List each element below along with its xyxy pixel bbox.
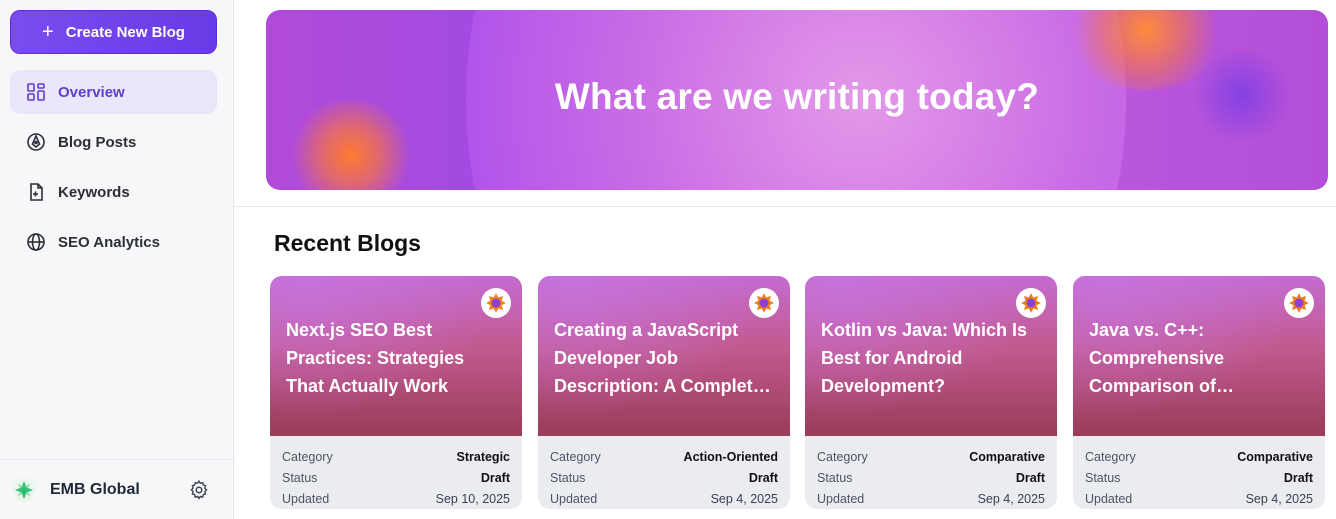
updated-value: Sep 4, 2025 [710, 491, 778, 506]
category-value: Comparative [1237, 449, 1313, 464]
blog-badge-icon [1284, 288, 1314, 318]
sidebar-item-overview[interactable]: Overview [10, 70, 217, 114]
plus-icon: + [42, 21, 54, 43]
sidebar-item-blog-posts[interactable]: Blog Posts [10, 120, 217, 164]
blog-card[interactable]: Java vs. C++: Comprehensive Comparison o… [1073, 276, 1325, 509]
updated-value: Sep 10, 2025 [435, 491, 510, 506]
blog-card-title: Kotlin vs Java: Which Is Best for Androi… [821, 320, 1028, 396]
sidebar-item-label: Overview [58, 83, 125, 101]
sidebar-item-keywords[interactable]: Keywords [10, 170, 217, 214]
blog-card-meta: Category Comparative Status Draft Updated S… [1073, 436, 1325, 509]
sidebar-item-label: Keywords [58, 183, 130, 201]
blog-card-header: Java vs. C++: Comprehensive Comparison o… [1073, 276, 1325, 436]
blog-card-header: Creating a JavaScript Developer Job Desc… [538, 276, 790, 436]
status-label: Status [817, 470, 853, 485]
updated-value: Sep 4, 2025 [977, 491, 1045, 506]
blog-card[interactable]: Creating a JavaScript Developer Job Desc… [538, 276, 790, 509]
sidebar-item-label: Blog Posts [58, 133, 137, 151]
globe-icon [27, 233, 45, 251]
status-label: Status [1085, 470, 1121, 485]
recent-blogs-list: Next.js SEO Best Practices: Strategies T… [270, 276, 1336, 519]
category-label: Category [282, 449, 333, 464]
updated-label: Updated [817, 491, 865, 506]
blog-card-header: Next.js SEO Best Practices: Strategies T… [270, 276, 522, 436]
blog-card-title: Java vs. C++: Comprehensive Comparison o… [1089, 320, 1225, 396]
blog-card-header: Kotlin vs Java: Which Is Best for Androi… [805, 276, 1057, 436]
status-value: Draft [1283, 470, 1313, 485]
create-new-blog-label: Create New Blog [65, 23, 185, 41]
category-value: Comparative [969, 449, 1045, 464]
org-logo-icon [12, 477, 36, 502]
recent-blogs-title: Recent Blogs [274, 230, 421, 256]
status-value: Draft [748, 470, 778, 485]
sidebar-footer: EMB Global [0, 459, 234, 519]
blog-card-meta: Category Comparative Status Draft Updated S… [805, 436, 1057, 509]
blog-card[interactable]: Next.js SEO Best Practices: Strategies T… [270, 276, 522, 509]
category-label: Category [1085, 449, 1136, 464]
grid-icon [27, 83, 45, 101]
blog-card-meta: Category Strategic Status Draft Updated Sep… [270, 436, 522, 509]
blog-card[interactable]: Kotlin vs Java: Which Is Best for Androi… [805, 276, 1057, 509]
updated-label: Updated [550, 491, 598, 506]
updated-value: Sep 4, 2025 [1245, 491, 1313, 506]
updated-label: Updated [1085, 491, 1133, 506]
hero-banner: What are we writing today? [266, 10, 1328, 190]
sidebar-item-label: SEO Analytics [58, 233, 160, 251]
file-plus-icon [30, 183, 43, 201]
sidebar-nav: Overview Blog Posts Keywords SEO Analyti… [10, 70, 217, 270]
gear-icon[interactable] [188, 479, 210, 501]
blog-badge-icon [749, 288, 779, 318]
blog-card-meta: Category Action-Oriented Status Draft Upda… [538, 436, 790, 509]
blog-card-title: Next.js SEO Best Practices: Strategies T… [286, 320, 465, 396]
status-label: Status [550, 470, 586, 485]
blog-badge-icon [1016, 288, 1046, 318]
updated-label: Updated [282, 491, 330, 506]
create-new-blog-button[interactable]: + Create New Blog [10, 10, 217, 54]
sidebar-item-seo-analytics[interactable]: SEO Analytics [10, 220, 217, 264]
blog-card-title: Creating a JavaScript Developer Job Desc… [554, 320, 763, 396]
status-value: Draft [1015, 470, 1045, 485]
sidebar: + Create New Blog Overview Blog Posts Ke… [0, 0, 234, 519]
status-label: Status [282, 470, 318, 485]
category-value: Action-Oriented [683, 449, 778, 464]
pen-nib-icon [27, 133, 45, 151]
org-name: EMB Global [50, 480, 140, 498]
category-label: Category [817, 449, 868, 464]
category-label: Category [550, 449, 601, 464]
category-value: Strategic [456, 449, 511, 464]
status-value: Draft [480, 470, 510, 485]
hero-title: What are we writing today? [554, 76, 1040, 117]
divider [234, 206, 1336, 207]
blog-badge-icon [481, 288, 511, 318]
